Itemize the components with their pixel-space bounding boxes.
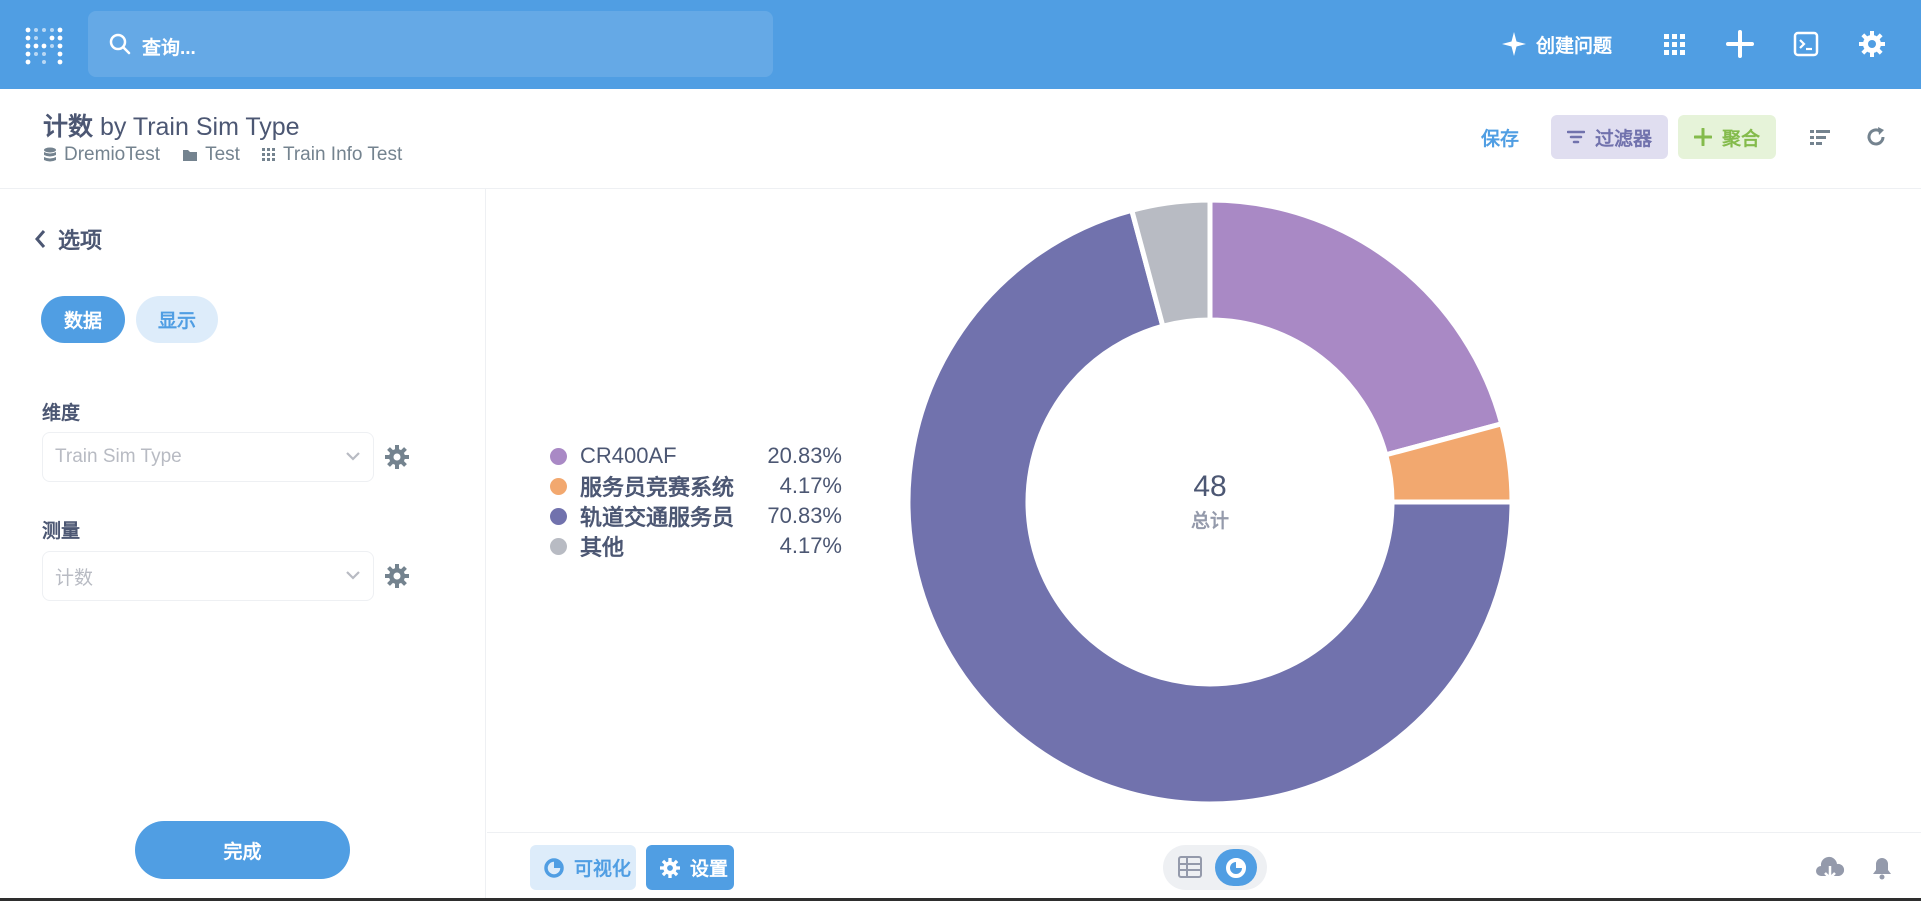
legend-label: CR400AF: [580, 443, 677, 468]
legend-item[interactable]: 轨道交通服务员 70.83%: [550, 502, 842, 530]
breadcrumb-table-label: Train Info Test: [282, 144, 403, 165]
terminal-icon: [1793, 31, 1819, 57]
notebook-editor-icon[interactable]: [1808, 125, 1832, 149]
visualization-button[interactable]: 可视化: [530, 845, 636, 890]
breadcrumb-table[interactable]: Train Info Test: [261, 144, 403, 166]
donut-total-value: 48: [1193, 470, 1227, 503]
database-icon: [44, 147, 56, 162]
grid-icon: [1664, 34, 1685, 55]
settings-label: 设置: [690, 859, 729, 880]
pie-chart-icon: [1226, 857, 1246, 878]
sparkle-icon: [1502, 32, 1526, 56]
legend-swatch: [550, 507, 567, 525]
legend-item[interactable]: 其他 4.17%: [550, 532, 842, 560]
create-question-button[interactable]: 创建问题: [1501, 22, 1612, 66]
folder-icon: [183, 150, 198, 161]
refresh-icon[interactable]: [1864, 125, 1888, 149]
create-question-label: 创建问题: [1536, 35, 1613, 57]
legend-label: 轨道交通服务员: [580, 505, 735, 530]
search-icon: [109, 33, 131, 55]
metabase-logo-icon[interactable]: [24, 22, 64, 66]
dimension-value: Train Sim Type: [55, 446, 182, 467]
title-dimension: by Train Sim Type: [93, 113, 300, 141]
dimension-label: 维度: [42, 403, 81, 424]
back-label: 选项: [58, 228, 103, 253]
donut-total-label: 总计: [1190, 511, 1229, 532]
view-toggle: [1163, 845, 1267, 890]
tab-data[interactable]: 数据: [41, 296, 125, 343]
filter-button[interactable]: 过滤器: [1551, 115, 1668, 159]
visualization-label: 可视化: [574, 859, 632, 880]
table-grid-icon: [261, 148, 275, 161]
legend-swatch: [550, 537, 567, 555]
breadcrumb-schema-label: Test: [205, 144, 240, 165]
bell-icon[interactable]: [1871, 856, 1893, 880]
dimension-select[interactable]: Train Sim Type: [42, 432, 374, 482]
tab-display[interactable]: 显示: [136, 296, 218, 343]
page-title[interactable]: 计数 by Train Sim Type: [43, 107, 300, 143]
gear-icon[interactable]: [385, 564, 409, 588]
save-button[interactable]: 保存: [1472, 115, 1528, 159]
filter-icon: [1567, 130, 1585, 144]
legend-percent: 20.83%: [767, 443, 842, 468]
gear-icon: [660, 857, 680, 878]
chart-settings-button[interactable]: 设置: [646, 845, 734, 890]
search-bar[interactable]: 查询...: [88, 11, 773, 77]
table-view-icon[interactable]: [1178, 856, 1202, 878]
top-navigation-bar: 查询... 创建问题: [0, 0, 1921, 89]
legend-swatch: [550, 447, 567, 465]
bottom-toolbar: 可视化 设置: [487, 832, 1921, 901]
gear-icon[interactable]: [385, 445, 409, 469]
filter-label: 过滤器: [1595, 128, 1653, 150]
apps-grid-button[interactable]: [1662, 22, 1686, 66]
legend-item[interactable]: 服务员竞赛系统 4.17%: [550, 472, 842, 500]
measure-value: 计数: [55, 567, 94, 589]
download-icon[interactable]: [1815, 856, 1845, 880]
legend-percent: 70.83%: [767, 503, 842, 528]
measure-label: 测量: [42, 521, 81, 542]
breadcrumb-database-label: DremioTest: [64, 144, 161, 165]
chart-settings-sidebar: 选项 数据 显示 维度 Train Sim Type 测量 计数 完成: [0, 189, 486, 901]
settings-button[interactable]: [1858, 22, 1886, 66]
breadcrumb-schema[interactable]: Test: [182, 144, 240, 166]
sql-editor-button[interactable]: [1793, 22, 1819, 66]
plus-icon: [1726, 30, 1754, 58]
search-placeholder: 查询...: [142, 38, 196, 59]
title-metric: 计数: [43, 113, 94, 141]
chevron-left-icon: [35, 230, 46, 248]
chart-view-toggle[interactable]: [1215, 849, 1257, 886]
legend-label: 其他: [580, 535, 625, 560]
chevron-down-icon: [346, 452, 360, 461]
measure-select[interactable]: 计数: [42, 551, 374, 601]
gear-icon: [1859, 31, 1885, 57]
legend-item[interactable]: CR400AF 20.83%: [550, 442, 842, 470]
breadcrumb: DremioTest Test Train Info Test: [43, 144, 424, 166]
back-to-options-button[interactable]: 选项: [34, 223, 102, 255]
new-item-button[interactable]: [1726, 22, 1754, 66]
donut-slice-0[interactable]: [1207, 197, 1505, 458]
summarize-button[interactable]: 聚合: [1678, 115, 1776, 159]
summarize-label: 聚合: [1722, 128, 1761, 150]
chevron-down-icon: [346, 571, 360, 580]
breadcrumb-database[interactable]: DremioTest: [43, 144, 160, 166]
legend-percent: 4.17%: [779, 473, 842, 498]
question-header: 计数 by Train Sim Type DremioTest Test Tra…: [0, 89, 1921, 189]
legend-percent: 4.17%: [779, 533, 842, 558]
legend-swatch: [550, 477, 567, 495]
done-button[interactable]: 完成: [135, 821, 350, 879]
pie-chart-icon: [544, 857, 564, 878]
legend-label: 服务员竞赛系统: [580, 475, 735, 500]
sparkle-icon: [1694, 128, 1712, 146]
